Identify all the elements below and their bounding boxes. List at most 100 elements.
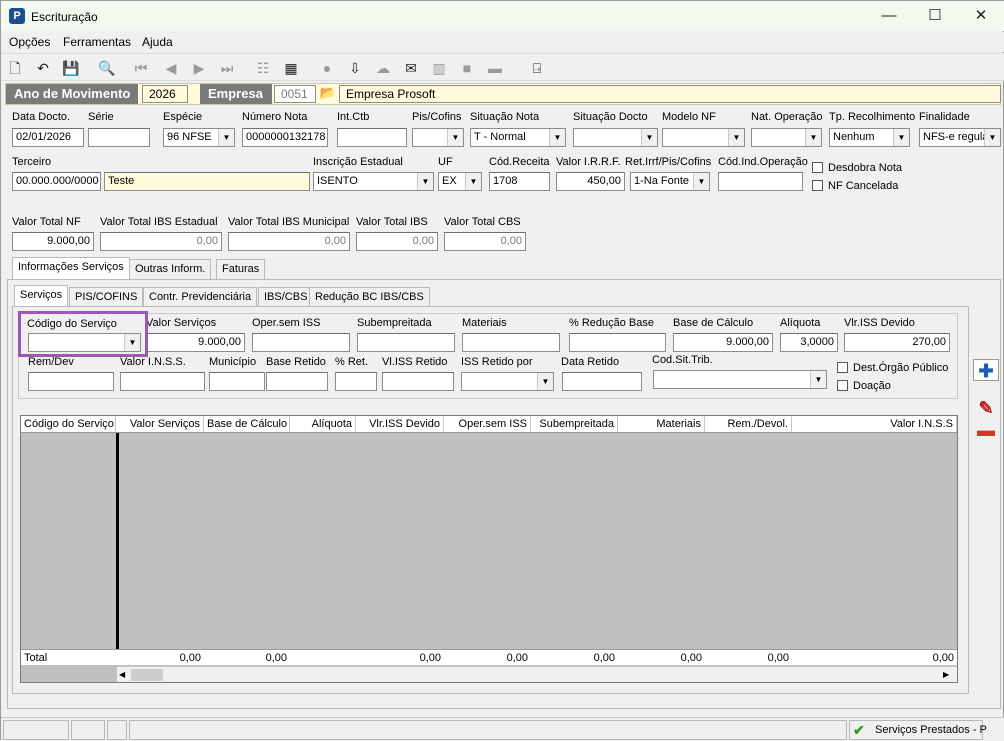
scrollbar-thumb[interactable] xyxy=(131,669,163,681)
vl-iss-retido-input[interactable] xyxy=(382,372,454,391)
terceiro-code-input[interactable]: 00.000.000/0000 xyxy=(12,172,101,191)
menu-ferramentas[interactable]: Ferramentas xyxy=(63,35,131,49)
ano-field[interactable]: 2026 xyxy=(142,85,188,103)
cod-receita-input[interactable]: 1708 xyxy=(489,172,550,191)
last-record-icon[interactable]: ⏭ xyxy=(217,58,237,78)
base-calculo-input[interactable]: 9.000,00 xyxy=(673,333,773,352)
edit-icon[interactable]: ✎ xyxy=(973,397,999,419)
reducao-base-input[interactable] xyxy=(569,333,666,352)
maximize-button[interactable]: ☐ xyxy=(912,1,958,31)
calculator-icon[interactable]: ▦ xyxy=(281,58,301,78)
situacao-nota-select[interactable]: T - Normal ▼ xyxy=(470,128,566,147)
subempreitada-input[interactable] xyxy=(357,333,455,352)
tab-reducao-bc[interactable]: Redução BC IBS/CBS xyxy=(309,287,430,307)
perc-ret-input[interactable] xyxy=(335,372,377,391)
grid-col-aliquota[interactable]: Alíquota xyxy=(290,416,356,432)
chevron-down-icon[interactable]: ▼ xyxy=(805,129,821,146)
grid-col-valor-inss[interactable]: Valor I.N.S.S xyxy=(792,416,957,432)
pis-cofins-select[interactable]: ▼ xyxy=(412,128,464,147)
doacao-checkbox[interactable] xyxy=(837,380,848,391)
chevron-down-icon[interactable]: ▼ xyxy=(693,173,709,190)
chevron-down-icon[interactable]: ▼ xyxy=(893,129,909,146)
valor-irrf-input[interactable]: 450,00 xyxy=(556,172,625,191)
cod-sit-trib-select[interactable]: ▼ xyxy=(653,370,827,389)
rem-dev-input[interactable] xyxy=(28,372,114,391)
chevron-down-icon[interactable]: ▼ xyxy=(641,129,657,146)
chevron-down-icon[interactable]: ▼ xyxy=(218,129,234,146)
grid-col-base-calculo[interactable]: Base de Cálculo xyxy=(204,416,290,432)
chevron-down-icon[interactable]: ▼ xyxy=(465,173,481,190)
valor-total-nf-input[interactable]: 9.000,00 xyxy=(12,232,94,251)
ret-irrf-select[interactable]: 1-Na Fonte ▼ xyxy=(630,172,710,191)
desdobra-nota-checkbox[interactable] xyxy=(812,162,823,173)
cib-icon[interactable]: ✉ xyxy=(401,58,421,78)
tree-icon[interactable]: ☷ xyxy=(253,58,273,78)
chevron-down-icon[interactable]: ▼ xyxy=(549,129,565,146)
grid-col-materiais[interactable]: Materiais xyxy=(618,416,705,432)
minus-icon[interactable]: ▬ xyxy=(485,58,505,78)
exit-icon[interactable]: ⍈ xyxy=(527,58,547,78)
tab-servicos[interactable]: Serviços xyxy=(14,285,69,307)
oper-sem-iss-input[interactable] xyxy=(252,333,350,352)
iss-retido-por-select[interactable]: ▼ xyxy=(461,372,554,391)
chevron-down-icon[interactable]: ▼ xyxy=(417,173,433,190)
cod-ind-operacao-input[interactable] xyxy=(718,172,803,191)
uf-select[interactable]: EX ▼ xyxy=(438,172,482,191)
data-retido-input[interactable] xyxy=(562,372,642,391)
tab-faturas[interactable]: Faturas xyxy=(216,259,266,279)
tab-informacoes-servicos[interactable]: Informações Serviços xyxy=(12,257,130,279)
valor-servicos-input[interactable]: 9.000,00 xyxy=(146,333,245,352)
chevron-down-icon[interactable]: ▼ xyxy=(984,129,1000,146)
chevron-down-icon[interactable]: ▼ xyxy=(447,129,463,146)
undo-icon[interactable]: ↶ xyxy=(33,58,53,78)
save-icon[interactable]: 💾 xyxy=(61,58,81,78)
vlr-iss-devido-input[interactable]: 270,00 xyxy=(844,333,950,352)
inscricao-estadual-select[interactable]: ISENTO ▼ xyxy=(313,172,434,191)
empresa-code-field[interactable]: 0051 xyxy=(274,85,316,103)
tab-ibs-cbs[interactable]: IBS/CBS xyxy=(258,287,314,307)
first-record-icon[interactable]: ⏮ xyxy=(131,58,151,78)
aliquota-input[interactable]: 3,0000 xyxy=(780,333,838,352)
preview-icon[interactable]: 🔍 xyxy=(97,58,117,78)
cloud-icon[interactable]: ☁ xyxy=(373,58,393,78)
grid-col-codigo[interactable]: Código do Serviço xyxy=(21,416,116,432)
grid-col-subempreitada[interactable]: Subempreitada xyxy=(531,416,618,432)
nat-operacao-select[interactable]: ▼ xyxy=(751,128,822,147)
tp-recolhimento-select[interactable]: Nenhum ▼ xyxy=(829,128,910,147)
menu-opcoes[interactable]: Opções xyxy=(9,35,50,49)
chevron-down-icon[interactable]: ▼ xyxy=(537,373,553,390)
grid-col-vlr-iss-devido[interactable]: Vlr.ISS Devido xyxy=(356,416,444,432)
situacao-docto-select[interactable]: ▼ xyxy=(573,128,658,147)
tab-pis-cofins[interactable]: PIS/COFINS xyxy=(69,287,144,307)
split-icon[interactable]: ▥ xyxy=(429,58,449,78)
remove-icon[interactable]: ▬ xyxy=(973,419,999,441)
menu-ajuda[interactable]: Ajuda xyxy=(142,35,173,49)
especie-select[interactable]: 96 NFSE ▼ xyxy=(163,128,235,147)
tab-contr-previdenciaria[interactable]: Contr. Previdenciária xyxy=(143,287,258,307)
chevron-down-icon[interactable]: ▼ xyxy=(728,129,744,146)
scroll-right-icon[interactable]: ▶ xyxy=(943,669,953,681)
scroll-left-icon[interactable]: ◀ xyxy=(119,669,129,681)
import-icon[interactable]: ⇩ xyxy=(345,58,365,78)
data-docto-input[interactable]: 02/01/2026 xyxy=(12,128,84,147)
int-ctb-input[interactable] xyxy=(337,128,407,147)
valor-inss-input[interactable] xyxy=(120,372,205,391)
previous-record-icon[interactable]: ◀ xyxy=(161,58,181,78)
serie-input[interactable] xyxy=(88,128,150,147)
add-icon[interactable]: ✚ xyxy=(973,359,999,381)
numero-nota-input[interactable]: 0000000132178 xyxy=(242,128,328,147)
close-button[interactable]: ✕ xyxy=(958,1,1004,31)
minimize-button[interactable]: — xyxy=(866,1,912,31)
new-icon[interactable]: 🗋 xyxy=(5,58,25,78)
horizontal-scrollbar[interactable]: ◀ ▶ xyxy=(117,666,957,682)
modelo-nf-select[interactable]: ▼ xyxy=(662,128,745,147)
base-retido-input[interactable] xyxy=(266,372,328,391)
piggy-icon[interactable]: ● xyxy=(317,58,337,78)
next-record-icon[interactable]: ▶ xyxy=(189,58,209,78)
grid-col-rem-devol[interactable]: Rem./Devol. xyxy=(705,416,792,432)
materiais-input[interactable] xyxy=(462,333,560,352)
folder-icon[interactable]: 📂 xyxy=(318,85,338,103)
chevron-down-icon[interactable]: ▼ xyxy=(810,371,826,388)
municipio-input[interactable] xyxy=(209,372,265,391)
block-icon[interactable]: ■ xyxy=(457,58,477,78)
